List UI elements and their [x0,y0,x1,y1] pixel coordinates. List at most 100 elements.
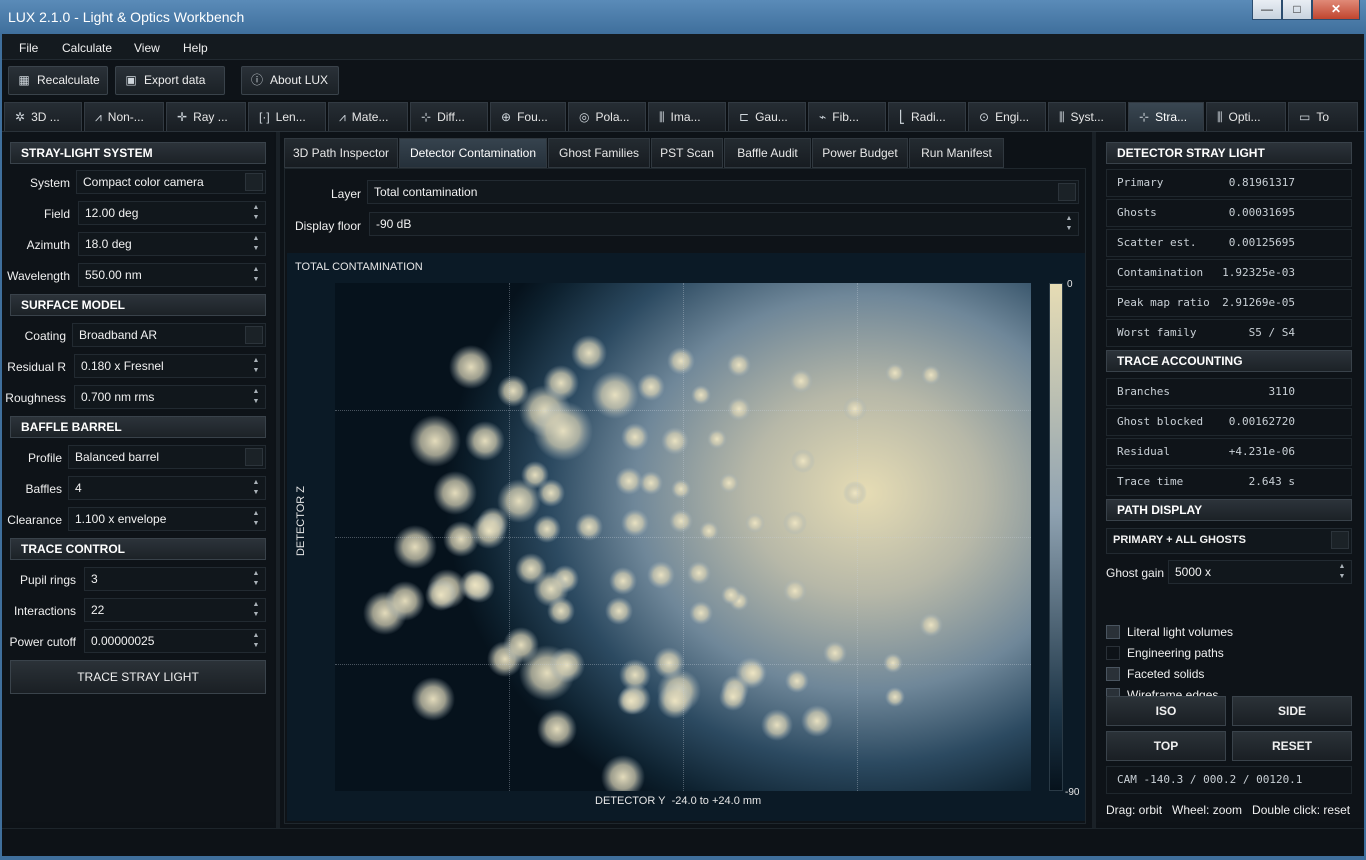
stat-row: Branches 3110 [1106,378,1352,406]
baffles-label: Baffles [25,482,62,496]
close-button[interactable]: ✕ [1312,0,1360,20]
profile-select[interactable]: Balanced barrel [68,445,266,469]
tab-ghost-families[interactable]: Ghost Families [548,138,650,168]
tab-6[interactable]: ⊕ Fou... [490,102,566,131]
tab-15[interactable]: ⫼ Opti... [1206,102,1286,131]
tab-9[interactable]: ⊏ Gau... [728,102,806,131]
profile-label: Profile [27,451,62,465]
left-panel: STRAY-LIGHT SYSTEM System Compact color … [2,132,274,822]
tab-2[interactable]: ✛ Ray ... [166,102,246,131]
tab-1[interactable]: ⩘ Non-... [84,102,164,131]
tab-10[interactable]: ⌁ Fib... [808,102,886,131]
field-spinbox[interactable]: 12.00 deg ▲ ▼ [78,201,266,225]
pupil-rings-spinbox[interactable]: 3 ▲ ▼ [84,567,266,591]
power-cutoff-spinbox[interactable]: 0.00000025 ▲ ▼ [84,629,266,653]
interactions-spinbox[interactable]: 22 ▲ ▼ [84,598,266,622]
tab-8[interactable]: ⫼ Ima... [648,102,726,131]
about-button[interactable]: ⓘ About LUX [241,66,339,95]
menu-help[interactable]: Help [183,41,208,55]
splitter-left[interactable] [276,132,280,828]
side-view-button[interactable]: SIDE [1232,696,1352,726]
tab-run-manifest[interactable]: Run Manifest [909,138,1004,168]
tab-icon: ✛ [177,110,188,124]
spin-arrows-icon[interactable]: ▲ ▼ [249,356,263,376]
recalculate-button[interactable]: ▦ Recalculate [8,66,108,95]
reset-view-button[interactable]: RESET [1232,731,1352,761]
spin-arrows-icon[interactable]: ▲ ▼ [249,203,263,223]
spin-arrows-icon[interactable]: ▲ ▼ [249,478,263,498]
checkbox[interactable] [1106,646,1120,660]
tab-14[interactable]: ⊹ Stra... [1128,102,1204,131]
menu-calculate[interactable]: Calculate [62,41,112,55]
azimuth-spinbox[interactable]: 18.0 deg ▲ ▼ [78,232,266,256]
layer-select[interactable]: Total contamination [367,180,1079,204]
checkbox[interactable] [1106,625,1120,639]
coating-label: Coating [24,329,66,343]
tab-3d-path-inspector[interactable]: 3D Path Inspector [284,138,398,168]
checkbox[interactable] [1106,667,1120,681]
ghost-spot [783,579,807,603]
tab-5[interactable]: ⊹ Diff... [410,102,488,131]
tab-pst-scan[interactable]: PST Scan [651,138,723,168]
iso-view-button[interactable]: ISO [1106,696,1226,726]
stat-row: Peak map ratio 2.91269e-05 [1106,289,1352,317]
spin-arrows-icon[interactable]: ▲ ▼ [249,600,263,620]
tab-16[interactable]: ▭ To [1288,102,1358,131]
roughness-spinbox[interactable]: 0.700 nm rms ▲ ▼ [74,385,266,409]
minimize-button[interactable]: — [1252,0,1282,20]
tab-0[interactable]: ✲ 3D ... [4,102,82,131]
system-value: Compact color camera [83,175,204,189]
tab-7[interactable]: ◎ Pola... [568,102,646,131]
checkbox-label[interactable]: Faceted solids [1127,667,1204,681]
grid-line [335,664,1031,665]
path-display-value: PRIMARY + ALL GHOSTS [1113,534,1246,546]
spin-arrows-icon[interactable]: ▲ ▼ [249,631,263,651]
system-select[interactable]: Compact color camera [76,170,266,194]
tab-power-budget[interactable]: Power Budget [812,138,908,168]
spin-arrows-icon[interactable]: ▲ ▼ [249,265,263,285]
spin-arrows-icon[interactable]: ▲ ▼ [249,569,263,589]
path-display-select[interactable]: PRIMARY + ALL GHOSTS [1106,528,1352,554]
wavelength-spinbox[interactable]: 550.00 nm ▲ ▼ [78,263,266,287]
checkbox-label[interactable]: Literal light volumes [1127,625,1233,639]
contamination-view: Layer Total contamination Display floor … [284,168,1086,824]
menu-view[interactable]: View [134,41,160,55]
power-cutoff-value: 0.00000025 [91,634,155,648]
ghost-spot [537,479,565,507]
clearance-value: 1.100 x envelope [75,512,167,526]
ghost-gain-spinbox[interactable]: 5000 x ▲ ▼ [1168,560,1352,584]
wavelength-label: Wavelength [7,269,70,283]
residual-spinbox[interactable]: 0.180 x Fresnel ▲ ▼ [74,354,266,378]
tab-detector-contamination[interactable]: Detector Contamination [399,138,547,168]
tab-3[interactable]: [·] Len... [248,102,326,131]
trace-stray-light-button[interactable]: TRACE STRAY LIGHT [10,660,266,694]
tab-12[interactable]: ⊙ Engi... [968,102,1046,131]
spin-arrows-icon[interactable]: ▲ ▼ [1335,562,1349,582]
maximize-button[interactable]: □ [1282,0,1312,20]
top-view-button[interactable]: TOP [1106,731,1226,761]
chevron-down-icon [245,326,263,344]
clearance-spinbox[interactable]: 1.100 x envelope ▲ ▼ [68,507,266,531]
pupil-rings-label: Pupil rings [19,573,76,587]
spin-arrows-icon[interactable]: ▲ ▼ [249,234,263,254]
tab-baffle-audit[interactable]: Baffle Audit [724,138,811,168]
checkbox-label[interactable]: Engineering paths [1127,646,1224,660]
menu-file[interactable]: File [19,41,38,55]
spin-arrows-icon[interactable]: ▲ ▼ [249,509,263,529]
right-panel: DETECTOR STRAY LIGHT Primary 0.81961317 Gh… [1096,132,1364,822]
ghost-spot [691,385,711,405]
ghost-spot [699,521,719,541]
tab-label: Ray ... [193,110,228,124]
display-floor-spinbox[interactable]: -90 dB ▲ ▼ [369,212,1079,236]
tab-icon: ⩘ [339,110,346,124]
tab-11[interactable]: ⎣ Radi... [888,102,966,131]
coating-select[interactable]: Broadband AR [72,323,266,347]
contamination-heatmap[interactable] [335,283,1031,791]
baffles-spinbox[interactable]: 4 ▲ ▼ [68,476,266,500]
tab-4[interactable]: ⩘ Mate... [328,102,408,131]
export-data-button[interactable]: ▣ Export data [115,66,225,95]
tab-13[interactable]: ⫼ Syst... [1048,102,1126,131]
spin-arrows-icon[interactable]: ▲ ▼ [249,387,263,407]
spin-arrows-icon[interactable]: ▲ ▼ [1062,214,1076,234]
surface-model-header: SURFACE MODEL [10,294,266,316]
